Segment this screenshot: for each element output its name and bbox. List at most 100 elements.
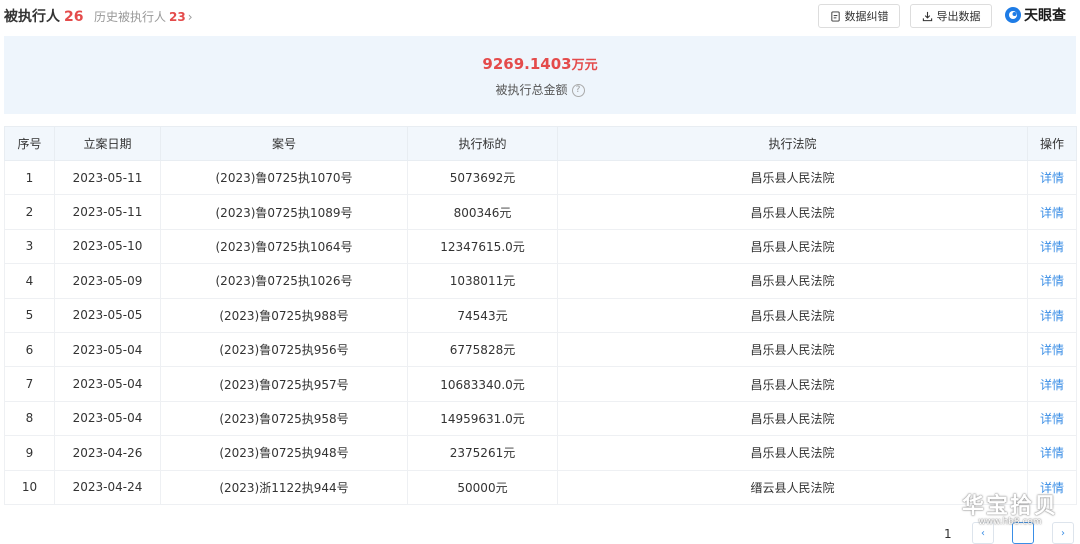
watermark: 华宝拾贝 www.hb8.com bbox=[962, 488, 1058, 527]
cell-index: 8 bbox=[4, 400, 55, 437]
cell-index: 6 bbox=[4, 331, 55, 368]
cell-date: 2023-05-11 bbox=[54, 194, 161, 230]
details-link[interactable]: 详情 bbox=[1027, 435, 1077, 471]
cell-court: 昌乐县人民法院 bbox=[557, 159, 1028, 196]
cell-date: 2023-05-04 bbox=[54, 331, 161, 368]
table-row: 1 2023-05-11 (2023)鲁0725执1070号 5073692元 … bbox=[4, 159, 1077, 196]
table-row: 3 2023-05-10 (2023)鲁0725执1064号 12347615.… bbox=[4, 228, 1077, 265]
data-correction-button[interactable]: 数据纠错 bbox=[818, 4, 900, 28]
data-correction-label: 数据纠错 bbox=[844, 10, 889, 23]
executed-person-table: 序号 立案日期 案号 执行标的 执行法院 操作 1 2023-05-11 (20… bbox=[4, 126, 1077, 505]
details-link[interactable]: 详情 bbox=[1027, 366, 1077, 402]
total-amount-label: 被执行总金额 bbox=[495, 83, 568, 97]
cell-court: 昌乐县人民法院 bbox=[557, 263, 1028, 299]
chevron-right-icon: › bbox=[1061, 527, 1065, 539]
column-header-amount: 执行标的 bbox=[407, 126, 558, 161]
cell-case-number: (2023)鲁0725执956号 bbox=[160, 331, 408, 368]
cell-court: 昌乐县人民法院 bbox=[557, 297, 1028, 333]
cell-court: 昌乐县人民法院 bbox=[557, 194, 1028, 230]
column-header-date: 立案日期 bbox=[54, 126, 161, 161]
table-row: 6 2023-05-04 (2023)鲁0725执956号 6775828元 昌… bbox=[4, 331, 1077, 368]
cell-court: 昌乐县人民法院 bbox=[557, 331, 1028, 368]
details-link[interactable]: 详情 bbox=[1027, 331, 1077, 368]
cell-court: 昌乐县人民法院 bbox=[557, 400, 1028, 437]
table-row: 7 2023-05-04 (2023)鲁0725执957号 10683340.0… bbox=[4, 366, 1077, 402]
cell-court: 昌乐县人民法院 bbox=[557, 228, 1028, 265]
cell-index: 3 bbox=[4, 228, 55, 265]
cell-case-number: (2023)鲁0725执988号 bbox=[160, 297, 408, 333]
cell-date: 2023-05-04 bbox=[54, 366, 161, 402]
total-amount-panel: 9269.1403万元 被执行总金额? bbox=[4, 36, 1076, 114]
details-link[interactable]: 详情 bbox=[1027, 159, 1077, 196]
cell-index: 4 bbox=[4, 263, 55, 299]
chevron-left-icon: ‹ bbox=[981, 527, 985, 539]
details-link[interactable]: 详情 bbox=[1027, 228, 1077, 265]
cell-date: 2023-05-05 bbox=[54, 297, 161, 333]
details-link[interactable]: 详情 bbox=[1027, 400, 1077, 437]
cell-amount: 5073692元 bbox=[407, 159, 558, 196]
brand-name: 天眼查 bbox=[1024, 8, 1066, 24]
cell-amount: 74543元 bbox=[407, 297, 558, 333]
details-link[interactable]: 详情 bbox=[1027, 263, 1077, 299]
cell-court: 昌乐县人民法院 bbox=[557, 366, 1028, 402]
cell-index: 1 bbox=[4, 159, 55, 196]
header: 被执行人 26 历史被执行人 23 › 数据纠错 导出数据 天眼查 bbox=[0, 0, 1080, 32]
cell-index: 7 bbox=[4, 366, 55, 402]
cell-date: 2023-05-11 bbox=[54, 159, 161, 196]
cell-court: 昌乐县人民法院 bbox=[557, 435, 1028, 471]
chevron-right-icon: › bbox=[187, 10, 193, 24]
cell-index: 2 bbox=[4, 194, 55, 230]
total-amount-value: 9269.1403 bbox=[482, 55, 572, 73]
column-header-action: 操作 bbox=[1027, 126, 1077, 161]
cell-index: 9 bbox=[4, 435, 55, 471]
table-row: 8 2023-05-04 (2023)鲁0725执958号 14959631.0… bbox=[4, 400, 1077, 437]
table-row: 9 2023-04-26 (2023)鲁0725执948号 2375261元 昌… bbox=[4, 435, 1077, 471]
tab-history-executed-person[interactable]: 历史被执行人 23 › bbox=[94, 8, 193, 25]
cell-case-number: (2023)鲁0725执958号 bbox=[160, 400, 408, 437]
cell-amount: 1038011元 bbox=[407, 263, 558, 299]
details-link[interactable]: 详情 bbox=[1027, 194, 1077, 230]
cell-date: 2023-05-04 bbox=[54, 400, 161, 437]
brand-logo: 天眼查 bbox=[1004, 5, 1066, 25]
cell-case-number: (2023)鲁0725执1089号 bbox=[160, 194, 408, 230]
cell-amount: 12347615.0元 bbox=[407, 228, 558, 265]
document-edit-icon bbox=[830, 10, 840, 22]
table-row: 5 2023-05-05 (2023)鲁0725执988号 74543元 昌乐县… bbox=[4, 297, 1077, 333]
column-header-index: 序号 bbox=[4, 126, 55, 161]
column-header-case-number: 案号 bbox=[160, 126, 408, 161]
download-icon bbox=[922, 11, 932, 21]
cell-case-number: (2023)浙1122执944号 bbox=[160, 469, 408, 505]
cell-amount: 6775828元 bbox=[407, 331, 558, 368]
total-amount: 9269.1403万元 bbox=[4, 54, 1076, 73]
export-data-button[interactable]: 导出数据 bbox=[910, 4, 992, 28]
cell-case-number: (2023)鲁0725执957号 bbox=[160, 366, 408, 402]
pagination-current-page[interactable]: 1 bbox=[944, 527, 952, 544]
cell-date: 2023-04-26 bbox=[54, 435, 161, 471]
cell-date: 2023-05-10 bbox=[54, 228, 161, 265]
cell-case-number: (2023)鲁0725执1026号 bbox=[160, 263, 408, 299]
table-row: 4 2023-05-09 (2023)鲁0725执1026号 1038011元 … bbox=[4, 263, 1077, 299]
cell-date: 2023-05-09 bbox=[54, 263, 161, 299]
details-link[interactable]: 详情 bbox=[1027, 297, 1077, 333]
total-amount-label-row: 被执行总金额? bbox=[4, 81, 1076, 98]
cell-amount: 800346元 bbox=[407, 194, 558, 230]
export-data-label: 导出数据 bbox=[936, 10, 981, 23]
cell-date: 2023-04-24 bbox=[54, 469, 161, 505]
tianyancha-logo-icon bbox=[1005, 7, 1021, 23]
table-row: 2 2023-05-11 (2023)鲁0725执1089号 800346元 昌… bbox=[4, 194, 1077, 230]
total-amount-unit: 万元 bbox=[571, 58, 598, 73]
tab-executed-person[interactable]: 被执行人 26 bbox=[4, 6, 83, 26]
cell-case-number: (2023)鲁0725执948号 bbox=[160, 435, 408, 471]
cell-amount: 2375261元 bbox=[407, 435, 558, 471]
cell-index: 5 bbox=[4, 297, 55, 333]
cell-index: 10 bbox=[4, 469, 55, 505]
cell-amount: 14959631.0元 bbox=[407, 400, 558, 437]
cell-court: 缙云县人民法院 bbox=[557, 469, 1028, 505]
question-icon[interactable]: ? bbox=[571, 84, 585, 97]
watermark-title: 华宝拾贝 bbox=[962, 493, 1059, 519]
cell-case-number: (2023)鲁0725执1064号 bbox=[160, 228, 408, 265]
tab-label: 被执行人 bbox=[4, 9, 60, 25]
history-tab-label: 历史被执行人 bbox=[94, 10, 167, 24]
cell-case-number: (2023)鲁0725执1070号 bbox=[160, 159, 408, 196]
tab-count: 26 bbox=[64, 9, 84, 25]
